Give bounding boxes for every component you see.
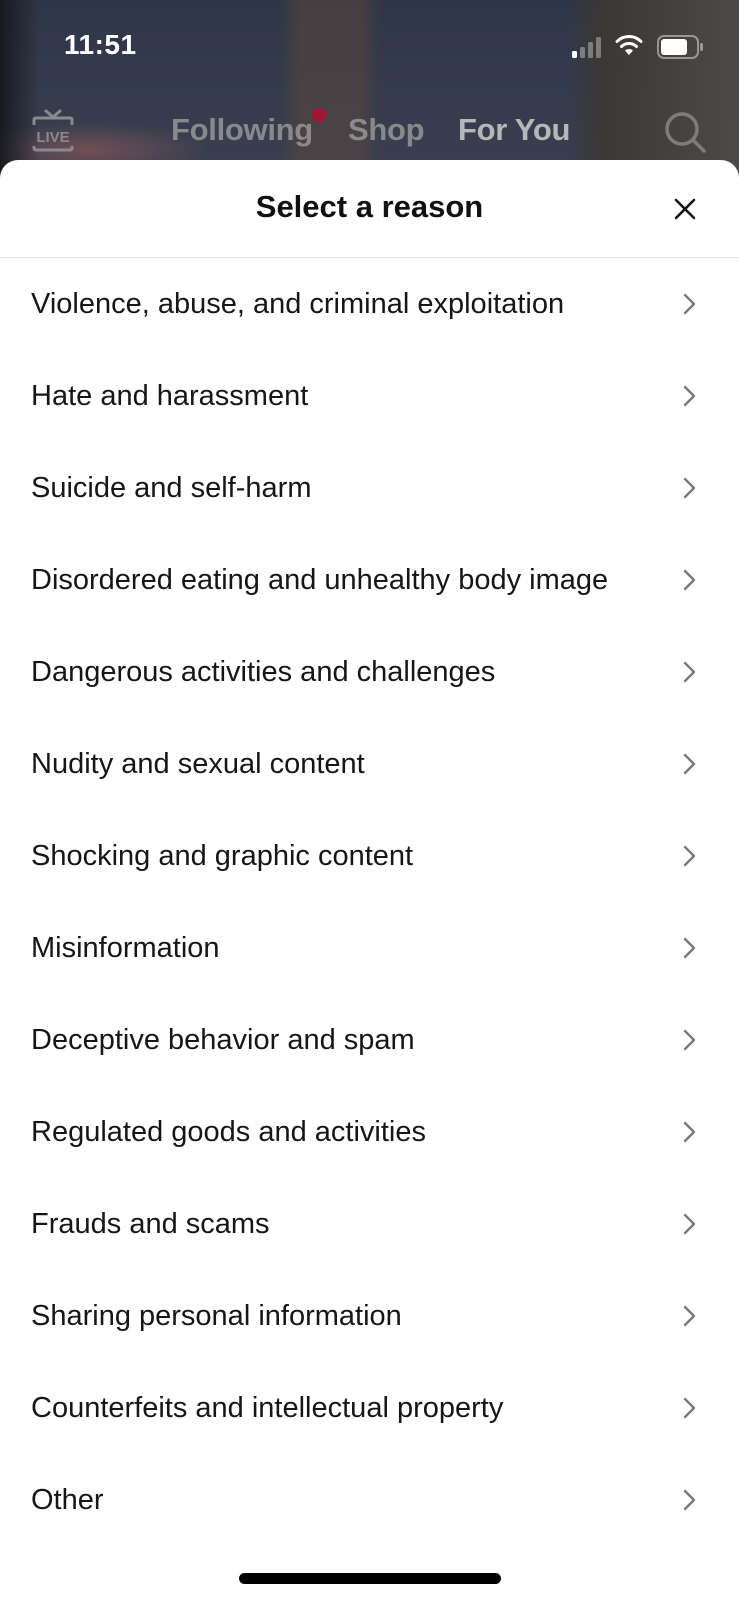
reason-label: Sharing personal information (31, 1300, 402, 1332)
home-indicator[interactable] (239, 1573, 501, 1584)
live-tv-icon[interactable]: LIVE (30, 108, 76, 154)
reason-label: Frauds and scams (31, 1208, 270, 1240)
chevron-right-icon (683, 1305, 696, 1327)
reason-label: Dangerous activities and challenges (31, 656, 496, 688)
reason-item[interactable]: Disordered eating and unhealthy body ima… (0, 534, 739, 626)
reason-item[interactable]: Shocking and graphic content (0, 810, 739, 902)
close-icon (674, 198, 696, 220)
reason-item[interactable]: Violence, abuse, and criminal exploitati… (0, 258, 739, 350)
reason-item[interactable]: Suicide and self-harm (0, 442, 739, 534)
reason-label: Counterfeits and intellectual property (31, 1392, 504, 1424)
reason-label: Suicide and self-harm (31, 472, 312, 504)
close-button[interactable] (668, 192, 702, 226)
reason-label: Hate and harassment (31, 380, 309, 412)
chevron-right-icon (683, 385, 696, 407)
chevron-right-icon (683, 1397, 696, 1419)
tab-following[interactable]: Following (171, 112, 313, 148)
status-bar: 11:51 (0, 0, 739, 92)
svg-text:LIVE: LIVE (36, 129, 69, 146)
reason-label: Nudity and sexual content (31, 748, 365, 780)
report-reason-sheet: Select a reason Violence, abuse, and cri… (0, 160, 739, 1600)
reason-label: Shocking and graphic content (31, 840, 414, 872)
reason-label: Regulated goods and activities (31, 1116, 426, 1148)
tab-for-you[interactable]: For You (458, 112, 570, 148)
reason-label: Disordered eating and unhealthy body ima… (31, 564, 609, 596)
reason-label: Deceptive behavior and spam (31, 1024, 415, 1056)
reason-item[interactable]: Dangerous activities and challenges (0, 626, 739, 718)
chevron-right-icon (683, 753, 696, 775)
chevron-right-icon (683, 293, 696, 315)
chevron-right-icon (683, 1213, 696, 1235)
chevron-right-icon (683, 937, 696, 959)
reason-item[interactable]: Counterfeits and intellectual property (0, 1362, 739, 1454)
reason-item[interactable]: Sharing personal information (0, 1270, 739, 1362)
chevron-right-icon (683, 845, 696, 867)
reason-item[interactable]: Misinformation (0, 902, 739, 994)
reason-item[interactable]: Frauds and scams (0, 1178, 739, 1270)
chevron-right-icon (683, 569, 696, 591)
chevron-right-icon (683, 1489, 696, 1511)
reason-item[interactable]: Hate and harassment (0, 350, 739, 442)
reason-item[interactable]: Regulated goods and activities (0, 1086, 739, 1178)
notification-dot (312, 108, 326, 122)
wifi-icon (615, 35, 643, 55)
cellular-signal-icon (572, 36, 608, 58)
chevron-right-icon (683, 661, 696, 683)
chevron-right-icon (683, 477, 696, 499)
reason-item[interactable]: Nudity and sexual content (0, 718, 739, 810)
reason-list: Violence, abuse, and criminal exploitati… (0, 258, 739, 1546)
reason-item[interactable]: Deceptive behavior and spam (0, 994, 739, 1086)
chevron-right-icon (683, 1029, 696, 1051)
reason-label: Misinformation (31, 932, 220, 964)
reason-label: Other (31, 1484, 104, 1516)
search-icon[interactable] (663, 110, 707, 154)
status-time: 11:51 (64, 29, 137, 60)
reason-label: Violence, abuse, and criminal exploitati… (31, 288, 565, 320)
sheet-header: Select a reason (0, 160, 739, 258)
battery-icon (657, 35, 703, 59)
reason-item[interactable]: Other (0, 1454, 739, 1546)
top-navigation: LIVE Following Shop For You (0, 100, 739, 160)
tab-shop[interactable]: Shop (348, 112, 425, 148)
sheet-title: Select a reason (255, 189, 484, 224)
chevron-right-icon (683, 1121, 696, 1143)
